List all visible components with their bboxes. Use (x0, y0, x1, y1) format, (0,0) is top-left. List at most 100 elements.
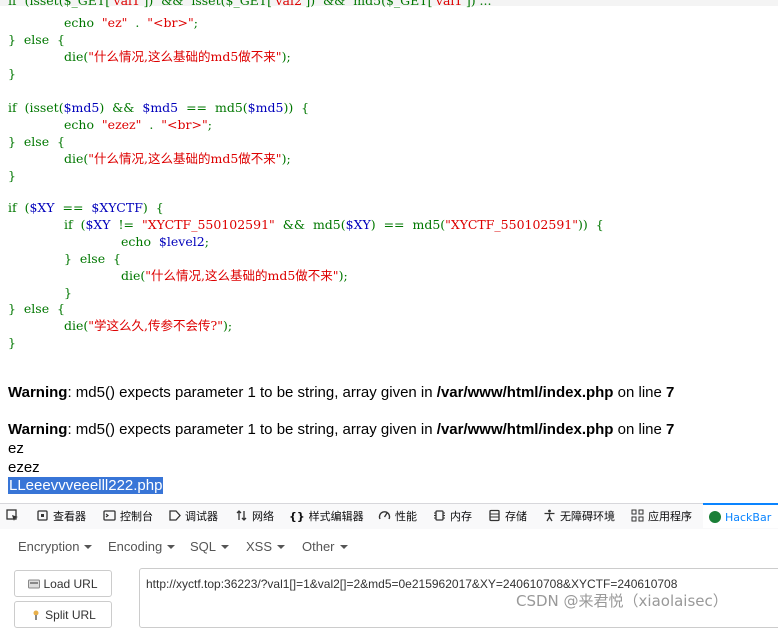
code-token: die( (64, 49, 89, 64)
warning-file: /var/www/html/index.php (436, 421, 614, 438)
pick-element-icon (6, 509, 18, 521)
load-url-label: Load URL (43, 577, 98, 591)
code-token: } else { (8, 301, 66, 316)
inspector-icon (37, 510, 48, 521)
warning-file: /var/www/html/index.php (436, 384, 614, 401)
code-token: $level2 (158, 234, 205, 249)
tab-hackbar[interactable]: HackBar (703, 503, 778, 528)
tab-style-editor-label: 样式编辑器 (308, 510, 364, 523)
load-url-button[interactable]: Load URL (14, 570, 112, 597)
code-token: ($_GET[ (220, 0, 273, 8)
code-token: die( (64, 318, 89, 333)
menu-encoding[interactable]: Encoding (108, 539, 176, 554)
tab-network-label: 网络 (252, 510, 274, 523)
menu-xss[interactable]: XSS (246, 539, 286, 554)
code-token: 'val1' (110, 0, 144, 8)
pick-element-button[interactable] (6, 504, 23, 529)
code-token: $md5 (142, 100, 179, 115)
chevron-down-icon (167, 545, 176, 549)
devtools-toolbar: 查看器 控制台 调试器 网络 {} 样式编辑器 性能 内存 存储 无障碍环境 应用… (0, 503, 778, 530)
code-token: "什么情况,这么基础的md5做不来" (88, 151, 282, 166)
tab-inspector[interactable]: 查看器 (36, 504, 86, 529)
code-line: echo "ez" . "<br>"; (64, 14, 198, 31)
code-token: ); (281, 151, 291, 166)
menu-encryption[interactable]: Encryption (18, 539, 93, 554)
code-token: )) { (283, 100, 310, 115)
code-line: } (8, 167, 16, 184)
code-token: "<br>" (147, 15, 194, 30)
tab-application[interactable]: 应用程序 (631, 504, 692, 529)
code-line: echo "ezez" . "<br>"; (64, 116, 212, 133)
php-warning: Warning: md5() expects parameter 1 to be… (8, 421, 674, 438)
warning-on-line: on line (613, 384, 667, 401)
tab-memory[interactable]: 内存 (433, 504, 472, 529)
menu-encryption-label: Encryption (18, 539, 80, 554)
split-url-button[interactable]: Split URL (14, 601, 112, 628)
split-url-label: Split URL (45, 608, 96, 622)
console-icon (103, 510, 116, 521)
code-line: if ($XY != "XYCTF_550102591" && md5($XY)… (64, 216, 604, 233)
code-token: ]) && (143, 0, 192, 8)
chevron-down-icon (84, 545, 93, 549)
chevron-down-icon (221, 545, 230, 549)
tab-console[interactable]: 控制台 (103, 504, 153, 529)
code-token: } (8, 168, 16, 183)
code-token: $md5 (63, 100, 100, 115)
code-token: ]) && md5($_GET[ (305, 0, 433, 8)
warning-line-number: 7 (666, 384, 675, 401)
tab-debugger-label: 调试器 (185, 510, 218, 523)
code-token: ) && (99, 100, 143, 115)
code-token: && md5( (274, 217, 346, 232)
code-token: ; (207, 117, 212, 132)
tab-console-label: 控制台 (120, 510, 153, 523)
code-token: $XY (345, 217, 371, 232)
warning-label: Warning (8, 421, 68, 438)
code-token: "<br>" (161, 117, 208, 132)
warning-message: : md5() expects parameter 1 to be string… (67, 421, 437, 438)
code-token: $md5 (247, 100, 284, 115)
tab-inspector-label: 查看器 (53, 510, 86, 523)
tab-accessibility[interactable]: 无障碍环境 (543, 504, 615, 529)
tab-network[interactable]: 网络 (235, 504, 274, 529)
code-token: } else { (64, 251, 122, 266)
output-selected-text[interactable]: LLeeevvveeelll222.php (8, 477, 164, 494)
code-token: } else { (8, 134, 66, 149)
code-line: } (64, 284, 72, 301)
tab-style-editor[interactable]: {} 样式编辑器 (289, 504, 364, 529)
warning-line-number: 7 (666, 421, 675, 438)
code-token: if (isset( (8, 100, 64, 115)
code-line: die("什么情况,这么基础的md5做不来"); (121, 267, 348, 284)
code-token: $XY (85, 217, 111, 232)
style-editor-icon: {} (289, 510, 305, 523)
code-token: die( (64, 151, 89, 166)
tab-debugger[interactable]: 调试器 (168, 504, 218, 529)
code-token: "什么情况,这么基础的md5做不来" (88, 49, 282, 64)
menu-other[interactable]: Other (302, 539, 348, 554)
selected-filename[interactable]: LLeeevvveeelll222.php (8, 477, 164, 494)
code-token: ); (222, 318, 233, 333)
code-token: != (110, 217, 142, 232)
code-token: } else { (8, 32, 66, 47)
code-line: } (8, 65, 16, 82)
menu-sql[interactable]: SQL (190, 539, 230, 554)
code-line: die("什么情况,这么基础的md5做不来"); (64, 150, 291, 167)
code-token: "ez" (101, 15, 128, 30)
tab-memory-label: 内存 (450, 510, 472, 523)
warning-on-line: on line (613, 421, 667, 438)
code-line: die("学这么久,传参不会传?"); (64, 317, 232, 334)
tab-performance[interactable]: 性能 (378, 504, 417, 529)
code-token: ); (281, 49, 291, 64)
code-token: isset (29, 0, 59, 8)
code-token: 'val1' (432, 0, 466, 8)
tab-storage[interactable]: 存储 (488, 504, 527, 529)
code-token: echo (64, 117, 102, 132)
chevron-down-icon (277, 545, 286, 549)
code-token: . (127, 15, 148, 30)
performance-icon (378, 511, 391, 520)
csdn-watermark: CSDN @来君悦（xiaolaisec） (516, 592, 728, 610)
url-text: http://xyctf.top:36223/?val1[]=1&val2[]=… (146, 577, 678, 591)
hackbar-icon (709, 511, 721, 523)
code-line: } else { (64, 250, 121, 267)
php-source-code: if (isset($_GET['val1']) && isset($_GET[… (0, 0, 778, 350)
code-line: } else { (8, 300, 65, 317)
